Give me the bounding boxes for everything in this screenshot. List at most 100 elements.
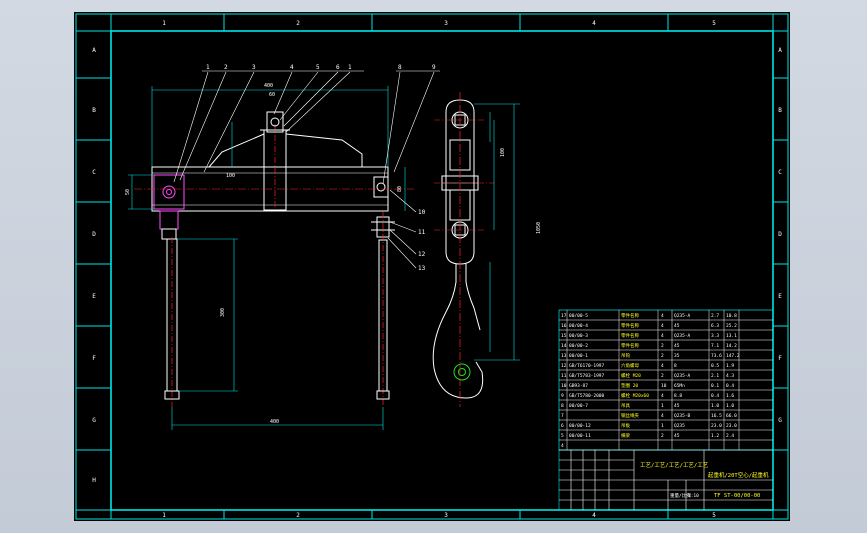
left-end-block — [153, 174, 185, 210]
drawing-name: 起重机/20T空心/起重机 — [708, 471, 769, 479]
bom-cell-code: 00/00-7 — [569, 403, 588, 409]
bom-cell-w2: 1.9 — [726, 363, 734, 369]
bom-cell-name: 零件名称 — [621, 342, 639, 349]
balloon-5: 5 — [316, 64, 320, 71]
bom-cell-mat: 45 — [674, 323, 680, 329]
title-text: 工艺/工艺/工艺/工艺/工艺 起重机/20T空心/起重机 TF ST-00/00… — [640, 462, 769, 499]
bom-cell-qty: 2 — [661, 343, 664, 349]
balloon-8: 8 — [398, 64, 402, 71]
bom-cell-qty: 1 — [661, 403, 664, 409]
bom-cell-w2: 1.0 — [726, 403, 734, 409]
bom-cell-w1: 1.2 — [711, 433, 719, 439]
leaders — [173, 70, 440, 269]
bom-cell-qty: 4 — [661, 313, 664, 319]
dim-total: 1050 — [536, 222, 542, 234]
zone-number: 5 — [712, 512, 716, 519]
bom-cell-no: 11 — [561, 373, 567, 379]
bom-cell-no: 10 — [561, 383, 567, 389]
side-view-hook: 1050 100 — [432, 92, 542, 407]
zone-number: 3 — [444, 512, 448, 519]
bom-cell-no: 16 — [561, 323, 567, 329]
center-note: 工艺/工艺/工艺/工艺/工艺 — [640, 462, 709, 469]
bom-cell-qty: 4 — [661, 393, 664, 399]
scale-value: 1:10 — [688, 493, 699, 499]
zone-number: 2 — [296, 512, 300, 519]
zone-letter: E — [778, 293, 782, 300]
bom-cell-mat: Q235-A — [674, 373, 691, 379]
bom-cell-no: 15 — [561, 333, 567, 339]
bom-cell-mat: 8.8 — [674, 393, 682, 399]
bom-cell-name: 吊钩 — [621, 352, 630, 359]
zone-number: 4 — [592, 20, 596, 27]
bom-cell-code: 00/00-3 — [569, 333, 588, 339]
rib-plate — [285, 133, 363, 167]
bom-cell-w1: 7.1 — [711, 343, 719, 349]
zone-labels: A B C D E F G H A B C D E F G 1 2 3 4 5 … — [92, 20, 782, 519]
bom-cell-mat: 45 — [674, 403, 680, 409]
zone-number: 1 — [162, 20, 166, 27]
balloon-2: 2 — [224, 64, 228, 71]
bom-cell-mat: Q235-B — [674, 413, 691, 419]
bom-cell-name: 螺栓 M20x60 — [621, 392, 649, 399]
bom-cell-w1: 1.0 — [711, 403, 719, 409]
bom-cell-no: 7 — [561, 413, 564, 419]
zone-letter: A — [778, 47, 782, 54]
bom-cell-w2: 1.6 — [726, 393, 734, 399]
bom-cell-w2: 0.4 — [726, 383, 734, 389]
bom-cell-no: 6 — [561, 423, 564, 429]
zone-letter: A — [92, 47, 96, 54]
bom-cell-w1: 0.1 — [711, 383, 719, 389]
bom-cell-no: 5 — [561, 433, 564, 439]
bom-cell-qty: 4 — [661, 413, 664, 419]
dim-span: 400 — [270, 419, 279, 425]
bom-cell-qty: 4 — [661, 323, 664, 329]
bom-cell-qty: 4 — [661, 363, 664, 369]
balloon-10: 10 — [418, 209, 426, 216]
bom-cell-mat: Q235 — [674, 423, 685, 429]
bom-cell-name: 钢丝绳夹 — [621, 412, 639, 419]
balloon-11: 11 — [418, 229, 426, 236]
bom-cell-name: 吊具 — [621, 403, 630, 409]
zone-letter: B — [92, 107, 96, 114]
bom-cell-w1: 23.0 — [711, 423, 722, 429]
bom-cell-name: 零件名称 — [621, 312, 639, 319]
dim-d1: 60 — [269, 92, 275, 98]
balloon-6: 6 — [336, 64, 340, 71]
bom-cell-name: 螺栓 M20 — [621, 372, 641, 379]
bom-cell-code: 00/00-2 — [569, 343, 588, 349]
bom-cell-name: 吊板 — [621, 422, 630, 429]
bom-cell-no: 17 — [561, 313, 567, 319]
viewport: A B C D E F G H A B C D E F G 1 2 3 4 5 … — [0, 0, 867, 533]
right-end-block — [373, 176, 389, 198]
drawing-sheet: A B C D E F G H A B C D E F G 1 2 3 4 5 … — [74, 12, 790, 521]
bom-cell-qty: 10 — [661, 383, 667, 389]
zone-number: 2 — [296, 20, 300, 27]
zone-letter: G — [778, 417, 782, 424]
bom-cell-mat: 35 — [674, 353, 680, 359]
front-dimensions — [128, 86, 406, 430]
dim-side-1: 100 — [500, 148, 506, 157]
drawing-number: TF ST-00/00-00 — [714, 493, 760, 499]
bom-cell-code: GB93-87 — [569, 383, 588, 389]
zone-letter: E — [92, 293, 96, 300]
zone-number: 5 — [712, 20, 716, 27]
bom-cell-w2: 66.0 — [726, 413, 737, 419]
bom-cell-no: 4 — [561, 443, 564, 449]
bom-cell-w2: 14.2 — [726, 343, 737, 349]
balloon-1: 1 — [206, 64, 210, 71]
balloon-4: 4 — [290, 64, 294, 71]
bom-cell-mat: 45 — [674, 343, 680, 349]
bom-cell-w2: 4.3 — [726, 373, 734, 379]
bom-cell-w2: 10.8 — [726, 313, 737, 319]
bom-cell-w1: 73.6 — [711, 353, 722, 359]
bom-cell-name: 六角螺母 — [621, 362, 639, 369]
bom-cell-no: 8 — [561, 403, 564, 409]
balloon-13: 13 — [418, 265, 426, 272]
bom-cell-w1: 2.1 — [711, 373, 719, 379]
zone-letter: C — [778, 169, 782, 176]
bom-cell-no: 12 — [561, 363, 567, 369]
bom-cell-code: 00/00-11 — [569, 433, 591, 439]
bom-cell-w2: 25.2 — [726, 323, 737, 329]
bom-cell-code: 00/00-1 — [569, 353, 588, 359]
zone-letter: B — [778, 107, 782, 114]
